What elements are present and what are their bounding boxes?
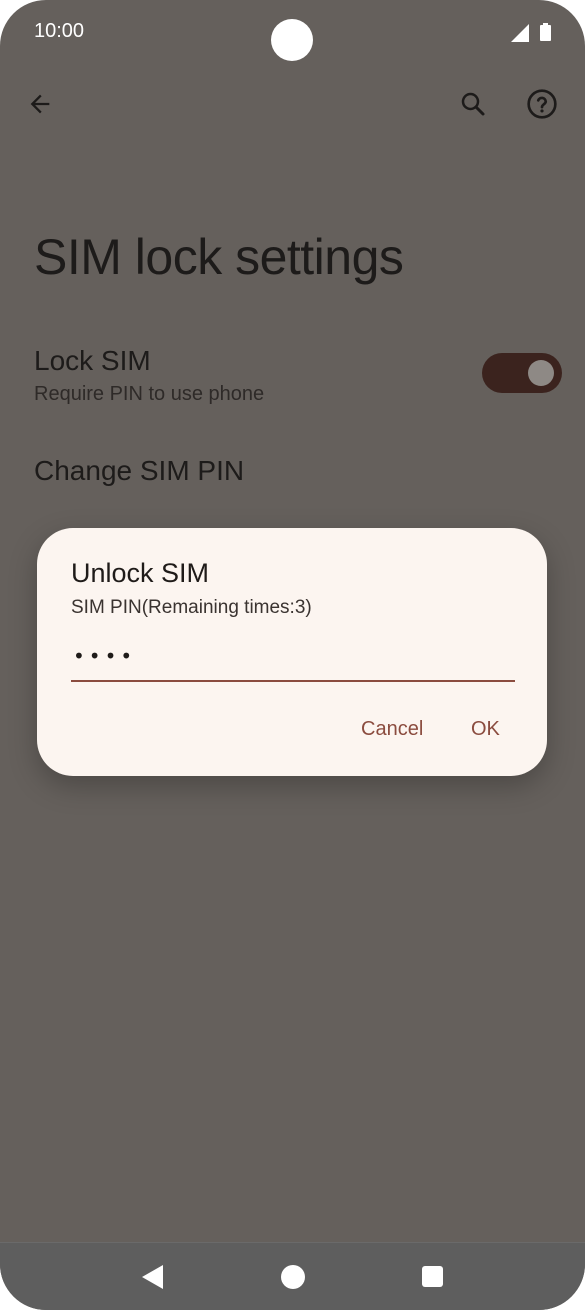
lock-sim-setting[interactable]: Lock SIM Require PIN to use phone (34, 343, 564, 413)
help-icon[interactable] (524, 86, 560, 122)
back-arrow-icon[interactable] (22, 86, 58, 122)
nav-home-icon[interactable] (281, 1265, 305, 1289)
battery-icon (540, 23, 551, 41)
lock-sim-subtitle: Require PIN to use phone (34, 383, 265, 405)
page-title: SIM lock settings (34, 229, 404, 285)
status-bar: 10:00 (0, 0, 585, 64)
dialog-title: Unlock SIM (71, 558, 210, 588)
change-sim-pin-setting[interactable]: Change SIM PIN (34, 455, 244, 487)
camera-cutout (271, 19, 313, 61)
search-icon[interactable] (455, 86, 491, 122)
lock-sim-title: Lock SIM (34, 345, 151, 376)
signal-icon (511, 24, 529, 42)
navigation-bar (0, 1242, 585, 1310)
unlock-sim-dialog: Unlock SIM SIM PIN(Remaining times:3) Ca… (37, 528, 547, 776)
sim-pin-input[interactable] (71, 638, 515, 682)
toggle-knob (528, 360, 554, 386)
status-time: 10:00 (34, 20, 85, 42)
lock-sim-toggle[interactable] (482, 353, 562, 393)
cancel-button[interactable]: Cancel (355, 714, 429, 745)
nav-back-icon[interactable] (141, 1264, 165, 1290)
phone-screen: 10:00 SIM lock settings Lock SIM Require… (0, 0, 585, 1310)
dialog-message: SIM PIN(Remaining times:3) (71, 597, 312, 618)
ok-button[interactable]: OK (465, 714, 506, 745)
nav-recents-icon[interactable] (422, 1266, 443, 1287)
